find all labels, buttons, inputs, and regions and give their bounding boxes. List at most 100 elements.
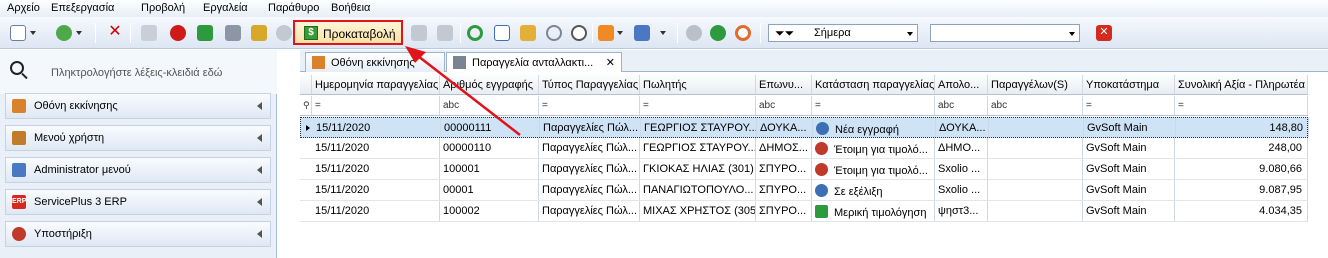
table-cell[interactable]: ΣΠΥΡΟ... (756, 201, 812, 221)
table-row[interactable]: 15/11/2020 100001 Παραγγελίες Πώλ... ΓΚΙΟΚΑ… (300, 159, 1308, 180)
print-icon[interactable] (225, 25, 241, 41)
menu-help[interactable]: Βοήθεια (331, 2, 370, 14)
new-document-icon[interactable] (10, 25, 26, 41)
secondary-filter-combo[interactable] (930, 24, 1080, 42)
filter-cell[interactable]: abc (756, 96, 812, 115)
chevron-down-icon[interactable] (617, 31, 623, 35)
column-header[interactable]: Κατάσταση παραγγελίας (812, 75, 935, 94)
table-cell[interactable] (988, 159, 1083, 179)
column-header[interactable]: Απολο... (935, 75, 988, 94)
attachment-icon[interactable] (546, 25, 562, 41)
table-cell[interactable]: 15/11/2020 (312, 180, 440, 200)
table-cell[interactable]: Μερική τιμολόγηση (812, 201, 935, 221)
table-cell[interactable]: 15/11/2020 (312, 159, 440, 179)
list-icon[interactable] (634, 25, 650, 41)
table-cell[interactable]: ΔΗΜΟ... (935, 138, 988, 158)
alarm-clock-icon[interactable] (571, 25, 587, 41)
filter-cell[interactable]: = (312, 96, 440, 115)
table-cell[interactable]: ΔΗΜΟΣ... (756, 138, 812, 158)
table-cell[interactable]: ψηστ3... (935, 201, 988, 221)
clear-filter-icon[interactable]: ✕ (1096, 25, 1112, 41)
table-cell[interactable]: 00000111 (441, 118, 540, 137)
table-cell[interactable] (988, 138, 1083, 158)
table-cell[interactable]: Sxolio ... (935, 180, 988, 200)
table-cell[interactable]: 9.087,95 (1175, 180, 1308, 200)
table-cell[interactable] (988, 201, 1083, 221)
table-cell[interactable]: Έτοιμη για τιμολό... (812, 159, 935, 179)
filter-cell[interactable]: = (1175, 96, 1308, 115)
chevron-down-icon[interactable] (76, 31, 82, 35)
table-cell[interactable]: ΓΕΩΡΓΙΟΣ ΣΤΑΥΡΟΥ... (640, 138, 756, 158)
tab-start-screen[interactable]: Οθόνη εκκίνησης (305, 52, 445, 72)
chevron-down-icon[interactable] (907, 32, 913, 36)
chevron-down-icon[interactable] (1069, 32, 1075, 36)
table-cell[interactable]: ΓΕΩΡΓΙΟΣ ΣΤΑΥΡΟΥ... (641, 118, 757, 137)
close-icon[interactable]: ✕ (606, 56, 615, 69)
table-row[interactable]: 15/11/2020 00000111 Παραγγελίες Πώλ... ΓΕΩΡ… (300, 117, 1309, 138)
prokatavoli-button[interactable]: $ Προκαταβολή (293, 20, 403, 45)
table-cell[interactable]: GvSoft Main (1083, 180, 1175, 200)
exit-icon[interactable] (197, 25, 213, 41)
table-cell[interactable]: ΣΠΥΡΟ... (756, 180, 812, 200)
sidebar-search[interactable]: Πληκτρολογήστε λέξεις-κλειδιά εδώ (0, 50, 277, 94)
table-cell[interactable]: 15/11/2020 (312, 201, 440, 221)
table-cell[interactable] (988, 180, 1083, 200)
sidebar-item-user-menu[interactable]: Μενού χρήστη (5, 125, 271, 151)
table-cell[interactable]: 148,80 (1176, 118, 1309, 137)
table-cell[interactable] (989, 118, 1084, 137)
table-cell[interactable]: Παραγγελίες Πώλ... (539, 180, 640, 200)
filter-cell[interactable]: = (1083, 96, 1175, 115)
tab-order[interactable]: Παραγγελία ανταλλακτι... ✕ (446, 52, 622, 72)
chevron-down-icon[interactable] (30, 31, 36, 35)
refresh-icon[interactable] (467, 25, 483, 41)
table-cell[interactable]: Σε εξέλιξη (812, 180, 935, 200)
menu-window[interactable]: Παράθυρο (268, 2, 319, 14)
table-cell[interactable]: ΠΑΝΑΓΙΩΤΟΠΟΥΛΟ... (640, 180, 756, 200)
notes-icon[interactable] (520, 25, 536, 41)
table-cell[interactable]: 100002 (440, 201, 539, 221)
add-icon[interactable] (56, 25, 72, 41)
column-header[interactable]: Τύπος Παραγγελίας (539, 75, 640, 94)
table-cell[interactable]: ΣΠΥΡΟ... (756, 159, 812, 179)
table-cell[interactable]: Παραγγελίες Πώλ... (539, 159, 640, 179)
table-cell[interactable]: Sxolio ... (935, 159, 988, 179)
sidebar-item-serviceplus[interactable]: ERP ServicePlus 3 ERP (5, 189, 271, 215)
table-cell[interactable]: 15/11/2020 (312, 138, 440, 158)
filter-cell[interactable]: = (539, 96, 640, 115)
table-cell[interactable]: ΔΟΥΚΑ... (936, 118, 989, 137)
column-header[interactable]: Επωνυ... (756, 75, 812, 94)
lock-icon[interactable] (251, 25, 267, 41)
table-cell[interactable]: 100001 (440, 159, 539, 179)
column-header[interactable]: Ημερομηνία παραγγελίας (312, 75, 440, 94)
filter-cell[interactable]: abc (440, 96, 539, 115)
menu-view[interactable]: Προβολή (141, 2, 185, 14)
table-cell[interactable]: Παραγγελίες Πώλ... (539, 201, 640, 221)
column-header[interactable]: Συνολική Αξία - Πληρωτέα (1175, 75, 1308, 94)
table-cell[interactable]: Παραγγελίες Πώλ... (539, 138, 640, 158)
table-cell[interactable]: Νέα εγγραφή (813, 118, 936, 137)
table-cell[interactable]: GvSoft Main (1083, 159, 1175, 179)
table-cell[interactable]: GvSoft Main (1083, 138, 1175, 158)
table-cell[interactable]: 248,00 (1175, 138, 1308, 158)
rss-icon[interactable] (598, 25, 614, 41)
column-header[interactable]: Πωλητής (640, 75, 756, 94)
chevron-down-icon[interactable] (660, 31, 666, 35)
window-icon[interactable] (494, 25, 510, 41)
document-icon[interactable] (411, 25, 427, 41)
table-cell[interactable]: 00000110 (440, 138, 539, 158)
table-cell[interactable]: ΜΙΧΑΣ ΧΡΗΣΤΟΣ (305) (640, 201, 756, 221)
menu-tools[interactable]: Εργαλεία (203, 2, 248, 14)
sidebar-item-admin-menu[interactable]: Administrator μενού (5, 157, 271, 183)
table-cell[interactable]: GvSoft Main (1084, 118, 1176, 137)
column-header[interactable]: Παραγγέλων(S) (988, 75, 1083, 94)
table-cell[interactable]: Παραγγελίες Πώλ... (540, 118, 641, 137)
table-row[interactable]: 15/11/2020 00001 Παραγγελίες Πώλ... ΠΑΝΑΓΙΩ… (300, 180, 1308, 201)
table-row[interactable]: 15/11/2020 100002 Παραγγελίες Πώλ... ΜΙΧΑΣ … (300, 201, 1308, 222)
column-header[interactable]: Αριθμός εγγραφής (440, 75, 539, 94)
table-row[interactable]: 15/11/2020 00000110 Παραγγελίες Πώλ... ΓΕΩΡ… (300, 138, 1308, 159)
link-icon[interactable] (276, 25, 292, 41)
arrow-up-icon[interactable] (686, 25, 702, 41)
table-cell[interactable]: 4.034,35 (1175, 201, 1308, 221)
table-cell[interactable]: GvSoft Main (1083, 201, 1175, 221)
filter-cell[interactable]: abc (935, 96, 988, 115)
